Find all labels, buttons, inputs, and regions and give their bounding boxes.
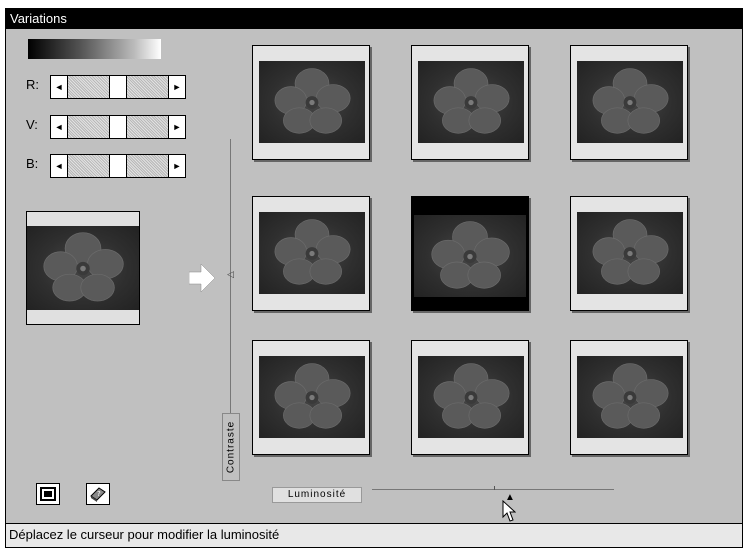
slider-v-track[interactable]: ◄ ► xyxy=(50,115,186,139)
slider-v-decrease-button[interactable]: ◄ xyxy=(51,116,68,138)
slider-b-increase-button[interactable]: ► xyxy=(168,155,185,177)
variation-image-6 xyxy=(577,212,683,294)
luminosity-label: Luminosité xyxy=(272,487,362,503)
slider-b-thumb[interactable] xyxy=(109,155,127,177)
slider-r-decrease-button[interactable]: ◄ xyxy=(51,76,68,98)
variation-image-2 xyxy=(418,61,524,143)
variations-window: Variations R: ◄ ► V: ◄ ► B: ◄ ► ◁ Contra… xyxy=(5,8,743,548)
slider-b: B: ◄ ► xyxy=(26,154,191,178)
variation-thumbnail-8[interactable] xyxy=(411,340,529,455)
book-icon: ? xyxy=(90,487,106,502)
mouse-cursor-icon xyxy=(502,500,516,522)
slider-v-thumb[interactable] xyxy=(109,116,127,138)
window-title: Variations xyxy=(6,9,742,29)
contrast-label: Contraste xyxy=(225,420,237,474)
variation-thumbnail-7[interactable] xyxy=(252,340,370,455)
variation-thumbnail-9[interactable] xyxy=(570,340,688,455)
variation-thumbnail-4[interactable] xyxy=(252,196,370,311)
status-bar: Déplacez le curseur pour modifier la lum… xyxy=(6,523,742,547)
luminosity-center-tick xyxy=(494,486,495,490)
current-arrow-icon xyxy=(188,263,216,293)
flower-icon xyxy=(274,68,351,134)
window-button[interactable] xyxy=(36,483,60,505)
slider-v-increase-button[interactable]: ► xyxy=(168,116,185,138)
luminosity-slider[interactable]: ▲ xyxy=(372,486,614,503)
original-image-frame xyxy=(26,211,140,325)
svg-text:?: ? xyxy=(97,490,101,498)
flower-icon xyxy=(592,363,669,429)
slider-b-decrease-button[interactable]: ◄ xyxy=(51,155,68,177)
variation-image-7 xyxy=(259,356,365,438)
help-button[interactable]: ? xyxy=(86,483,110,505)
variation-thumbnail-6[interactable] xyxy=(570,196,688,311)
slider-r-label: R: xyxy=(26,77,39,92)
slider-r: R: ◄ ► xyxy=(26,75,191,99)
contrast-marker-icon[interactable]: ◁ xyxy=(227,269,234,280)
flower-icon xyxy=(433,68,510,134)
slider-v: V: ◄ ► xyxy=(26,115,191,139)
window-icon xyxy=(40,487,56,501)
flower-icon xyxy=(433,363,510,429)
flower-icon xyxy=(592,68,669,134)
slider-v-label: V: xyxy=(26,117,38,132)
variation-thumbnail-5[interactable] xyxy=(411,196,529,311)
slider-r-track[interactable]: ◄ ► xyxy=(50,75,186,99)
variation-image-8 xyxy=(418,356,524,438)
slider-b-label: B: xyxy=(26,156,39,171)
flower-icon xyxy=(274,219,351,285)
flower-icon xyxy=(274,363,351,429)
variation-thumbnail-3[interactable] xyxy=(570,45,688,160)
variation-image-9 xyxy=(577,356,683,438)
slider-b-track[interactable]: ◄ ► xyxy=(50,154,186,178)
flower-icon xyxy=(592,219,669,285)
original-image xyxy=(27,226,139,310)
gray-gradient-bar xyxy=(28,39,161,59)
variation-thumbnail-2[interactable] xyxy=(411,45,529,160)
flower-icon xyxy=(431,221,510,289)
variation-image-4 xyxy=(259,212,365,294)
slider-r-increase-button[interactable]: ► xyxy=(168,76,185,98)
contrast-label-box: Contraste xyxy=(222,413,240,481)
variation-image-1 xyxy=(259,61,365,143)
slider-r-thumb[interactable] xyxy=(109,76,127,98)
flower-icon xyxy=(43,232,124,302)
variation-image-5 xyxy=(414,215,526,297)
variation-thumbnail-1[interactable] xyxy=(252,45,370,160)
variation-image-3 xyxy=(577,61,683,143)
